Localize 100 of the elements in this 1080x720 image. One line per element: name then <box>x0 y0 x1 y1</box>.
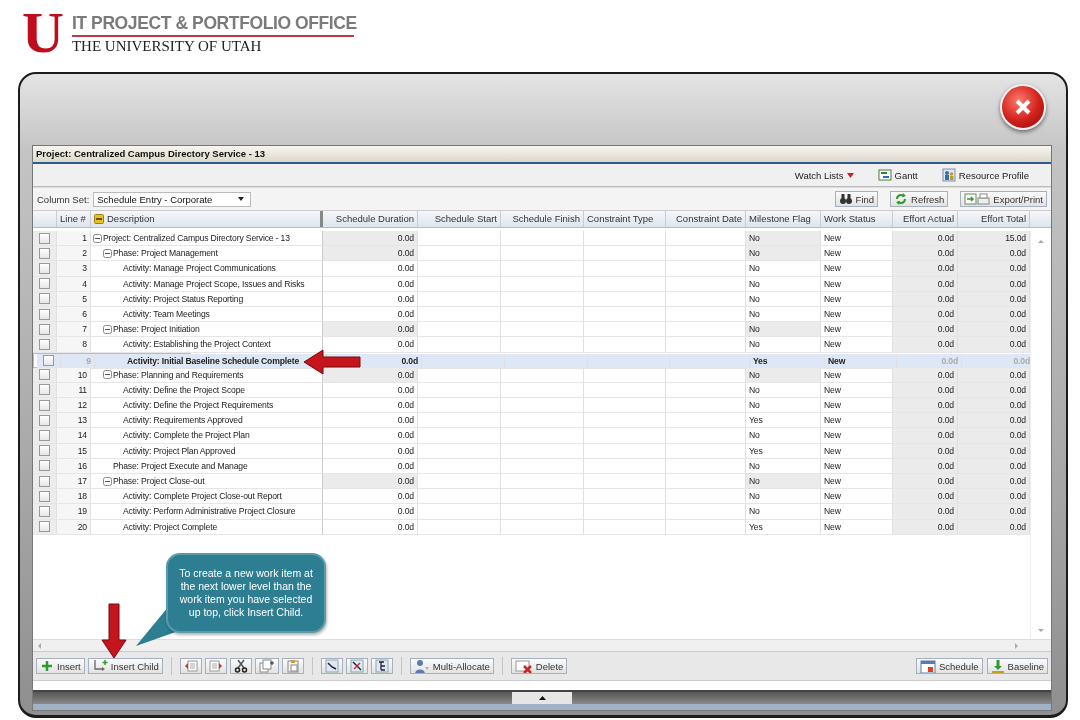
watch-lists-menu[interactable]: Watch Lists <box>792 169 856 181</box>
checkbox[interactable] <box>39 430 50 442</box>
checkbox[interactable] <box>39 414 50 426</box>
column-set-dropdown[interactable]: Schedule Entry - Corporate <box>93 191 252 207</box>
checkbox[interactable] <box>39 475 50 487</box>
table-cell: No <box>746 337 821 353</box>
field-label: Column Set: <box>37 193 90 205</box>
task-name[interactable]: Phase: Project Management <box>113 246 218 261</box>
checkbox[interactable] <box>39 338 50 350</box>
task-name[interactable]: Phase: Project Initiation <box>113 322 200 337</box>
gantt-button[interactable]: Gantt <box>875 168 920 182</box>
paste-icon <box>285 659 300 673</box>
schedule-button[interactable]: Schedule <box>915 658 983 674</box>
column-header[interactable]: Effort Total <box>958 211 1030 227</box>
table-cell: 0.0d <box>958 322 1030 338</box>
task-name[interactable]: Activity: Project Status Reporting <box>123 291 244 306</box>
person-icon <box>413 659 430 673</box>
collapse-all-icon[interactable] <box>94 214 104 224</box>
collapse-icon[interactable] <box>93 233 102 243</box>
line-number: 3 <box>57 261 91 277</box>
column-header[interactable]: Description <box>107 211 155 227</box>
checkbox[interactable] <box>39 399 50 411</box>
task-name[interactable]: Activity: Define the Project Requirements <box>123 398 274 413</box>
table-cell: 0.0d <box>958 337 1030 353</box>
table-cell: 0.0d <box>893 474 958 490</box>
checkbox[interactable] <box>39 278 50 290</box>
collapse-icon[interactable] <box>103 248 112 258</box>
task-name[interactable]: Activity: Perform Administrative Project Closure <box>123 504 296 519</box>
link-button[interactable] <box>320 658 343 674</box>
delete-button[interactable]: Delete <box>510 658 568 674</box>
checkbox[interactable] <box>39 369 50 381</box>
column-header[interactable]: Effort Actual <box>893 211 958 227</box>
table-cell: 0.0d <box>897 353 962 369</box>
column-header[interactable]: Schedule Finish <box>501 211 584 227</box>
column-header[interactable]: Line # <box>57 211 91 227</box>
task-name[interactable]: Activity: Manage Project Communications <box>123 261 276 276</box>
copy-icon <box>258 659 275 673</box>
table-cell: No <box>746 322 821 338</box>
table-cell: No <box>746 261 821 277</box>
unlink-button[interactable] <box>345 658 368 674</box>
task-name[interactable]: Activity: Complete the Project Plan <box>123 428 250 443</box>
table-cell: No <box>746 291 821 307</box>
collapse-icon[interactable] <box>103 324 112 334</box>
insert-button[interactable]: Insert <box>36 658 85 674</box>
close-button[interactable] <box>1000 83 1046 130</box>
task-name[interactable]: Activity: Complete Project Close-out Report <box>123 489 282 504</box>
checkbox[interactable] <box>39 460 50 472</box>
checkbox[interactable] <box>39 308 50 320</box>
table-cell: 0.0d <box>958 246 1030 262</box>
column-header[interactable]: Work Status <box>821 211 893 227</box>
checkbox[interactable] <box>39 490 50 502</box>
outdent-button[interactable] <box>179 658 202 674</box>
pointer-arrow <box>303 348 361 375</box>
checkbox[interactable] <box>39 232 50 244</box>
column-header[interactable]: Constraint Type <box>584 211 666 227</box>
collapse-icon[interactable] <box>103 476 112 486</box>
paste-button[interactable] <box>281 658 304 674</box>
horizontal-scrollbar[interactable] <box>33 639 1051 651</box>
column-header[interactable]: Constraint Date <box>666 211 746 227</box>
link-icon <box>324 659 339 673</box>
table-cell: 15.0d <box>958 231 1030 247</box>
checkbox[interactable] <box>39 323 50 335</box>
line-number: 14 <box>57 428 91 444</box>
export-print-button[interactable]: Export/Print <box>960 191 1047 207</box>
task-name[interactable]: Activity: Requirements Approved <box>123 413 243 428</box>
checkbox[interactable] <box>39 505 50 517</box>
collapse-icon[interactable] <box>103 370 112 380</box>
checkbox[interactable] <box>39 262 50 274</box>
task-name[interactable]: Activity: Manage Project Scope, Issues and Risks <box>123 276 305 291</box>
table-cell: 0.0d <box>958 504 1030 520</box>
task-name[interactable]: Project: Centralized Campus Directory Service - 13 <box>103 231 290 246</box>
task-name[interactable]: Activity: Define the Project Scope <box>123 382 245 398</box>
insert-child-button[interactable]: Insert Child <box>87 658 163 674</box>
table-cell: 0.0d <box>323 291 418 307</box>
task-name[interactable]: Phase: Project Close-out <box>113 474 205 489</box>
baseline-button[interactable]: Baseline <box>986 658 1048 674</box>
multi-allocate-button[interactable]: Multi-Allocate <box>409 658 494 674</box>
panel-toggle-button[interactable] <box>512 692 572 704</box>
task-name[interactable]: Activity: Establishing the Project Context <box>123 337 271 352</box>
checkbox[interactable] <box>39 521 50 533</box>
task-name[interactable]: Activity: Team Meetings <box>123 306 210 322</box>
line-number: 9 <box>61 353 95 369</box>
column-header[interactable]: Schedule Duration <box>323 211 418 227</box>
cut-button[interactable] <box>229 658 252 674</box>
column-header[interactable]: Schedule Start <box>418 211 501 227</box>
hierarchy-button[interactable] <box>370 658 393 674</box>
checkbox[interactable] <box>39 384 50 396</box>
task-name[interactable]: Activity: Project Complete <box>123 519 217 534</box>
find-button[interactable]: Find <box>834 191 879 207</box>
task-name[interactable]: Phase: Project Execute and Manage <box>113 458 248 473</box>
checkbox[interactable] <box>39 247 50 259</box>
refresh-button[interactable]: Refresh <box>890 191 949 207</box>
task-name[interactable]: Phase: Planning and Requirements <box>113 367 244 382</box>
checkbox[interactable] <box>39 293 50 305</box>
task-name[interactable]: Activity: Project Plan Approved <box>123 443 236 458</box>
column-header[interactable]: Milestone Flag <box>746 211 821 227</box>
checkbox[interactable] <box>43 355 54 367</box>
resource-profile-button[interactable]: Resource Profile <box>939 168 1031 182</box>
callout-bubble: To create a new work item at the next lower level than the work item you have selected up top, click Insert Child. <box>166 553 326 633</box>
checkbox[interactable] <box>39 445 50 457</box>
